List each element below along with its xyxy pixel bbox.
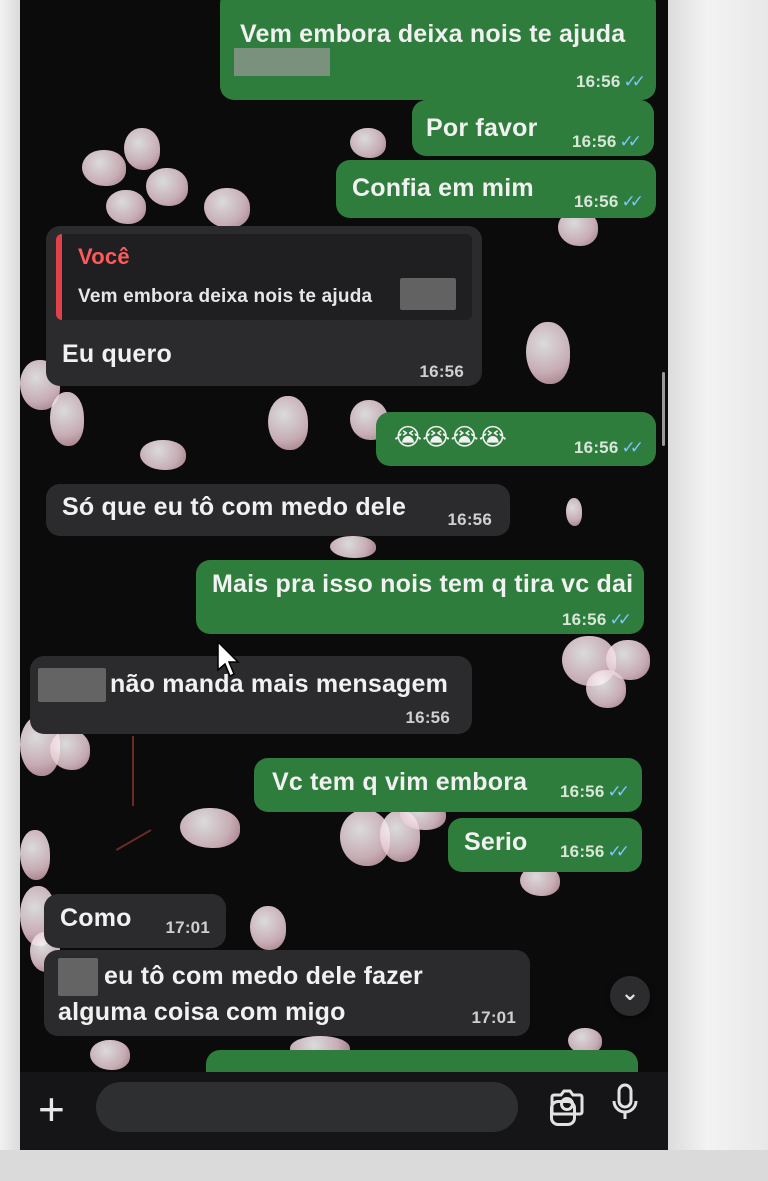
message-bubble-outgoing[interactable]: Vem embora deixa nois te ajuda 16:56 ✓✓ xyxy=(220,0,656,100)
message-meta: 17:01 xyxy=(166,918,210,938)
message-text: Eu quero xyxy=(62,340,172,368)
message-bubble-incoming[interactable]: Você Vem embora deixa nois te ajuda Eu q… xyxy=(46,226,482,386)
composer-bar: + xyxy=(20,1072,668,1152)
message-meta: 16:56 ✓✓ xyxy=(574,192,644,212)
chat-screen: Vem embora deixa nois te ajuda 16:56 ✓✓ P… xyxy=(20,0,668,1152)
message-meta: 16:56 xyxy=(406,708,450,728)
microphone-icon[interactable] xyxy=(610,1082,640,1122)
redacted-block xyxy=(400,278,456,310)
message-time: 16:56 xyxy=(572,132,617,151)
message-time: 16:56 xyxy=(574,192,619,211)
message-time: 16:56 xyxy=(447,510,492,529)
redacted-block xyxy=(58,958,98,996)
message-text-line-1: eu tô com medo dele fazer xyxy=(104,962,423,990)
message-bubble-incoming[interactable]: eu tô com medo dele fazer alguma coisa c… xyxy=(44,950,530,1036)
double-check-icon: ✓✓ xyxy=(607,782,630,801)
plus-icon[interactable]: + xyxy=(38,1086,65,1132)
message-text: Confia em mim xyxy=(352,174,534,202)
message-text: Por favor xyxy=(426,114,538,142)
mouse-cursor-icon xyxy=(217,640,240,678)
message-text: Só que eu tô com medo dele xyxy=(62,493,407,521)
message-text: Mais pra isso nois tem q tira vc dai xyxy=(212,570,634,598)
message-meta: 16:56 ✓✓ xyxy=(560,842,630,862)
camera-icon[interactable] xyxy=(550,1088,584,1116)
message-meta: 16:56 ✓✓ xyxy=(560,782,630,802)
message-bubble-outgoing[interactable]: Por favor 16:56 ✓✓ xyxy=(412,100,654,156)
message-time: 16:56 xyxy=(562,610,607,629)
message-meta: 17:01 xyxy=(472,1008,516,1028)
message-time: 16:56 xyxy=(560,782,605,801)
message-text: 😭😭😭😭 xyxy=(394,424,507,451)
message-time: 16:56 xyxy=(576,72,621,91)
double-check-icon: ✓✓ xyxy=(609,610,632,629)
message-time: 16:56 xyxy=(419,362,464,381)
quoted-message[interactable]: Você Vem embora deixa nois te ajuda xyxy=(56,234,472,320)
message-text: Vc tem q vim embora xyxy=(272,768,528,796)
message-text: Serio xyxy=(464,828,528,856)
message-text: não manda mais mensagem xyxy=(110,670,449,698)
message-time: 16:56 xyxy=(405,708,450,727)
scroll-to-bottom-button[interactable]: ⌄ xyxy=(610,976,650,1016)
message-time: 16:56 xyxy=(574,438,619,457)
message-bubble-incoming[interactable]: não manda mais mensagem 16:56 xyxy=(30,656,472,734)
monitor-bezel-right xyxy=(668,0,768,1181)
double-check-icon: ✓✓ xyxy=(621,438,644,457)
message-meta: 16:56 xyxy=(420,362,464,382)
monitor-bezel-left xyxy=(0,0,22,1181)
message-bubble-outgoing[interactable]: 😭😭😭😭 16:56 ✓✓ xyxy=(376,412,656,466)
message-time: 17:01 xyxy=(165,918,210,937)
message-bubble-outgoing[interactable]: Confia em mim 16:56 ✓✓ xyxy=(336,160,656,218)
message-bubble-outgoing[interactable]: Vc tem q vim embora 16:56 ✓✓ xyxy=(254,758,642,812)
message-meta: 16:56 ✓✓ xyxy=(574,438,644,458)
monitor-bezel-bottom xyxy=(0,1150,768,1181)
message-bubble-incoming[interactable]: Como 17:01 xyxy=(44,894,226,948)
message-time: 17:01 xyxy=(471,1008,516,1027)
message-meta: 16:56 ✓✓ xyxy=(562,610,632,630)
message-text-line-2: alguma coisa com migo xyxy=(58,998,346,1026)
message-bubble-incoming[interactable]: Só que eu tô com medo dele 16:56 xyxy=(46,484,510,536)
message-meta: 16:56 ✓✓ xyxy=(576,72,646,92)
message-text: Vem embora deixa nois te ajuda xyxy=(240,20,626,48)
quote-text: Vem embora deixa nois te ajuda xyxy=(78,286,373,307)
message-input[interactable] xyxy=(96,1082,576,1132)
double-check-icon: ✓✓ xyxy=(619,132,642,151)
chevron-down-icon: ⌄ xyxy=(620,980,640,1005)
redacted-block xyxy=(38,668,106,702)
message-time: 16:56 xyxy=(560,842,605,861)
double-check-icon: ✓✓ xyxy=(623,72,646,91)
quote-author: Você xyxy=(78,244,130,269)
double-check-icon: ✓✓ xyxy=(607,842,630,861)
scrollbar[interactable] xyxy=(662,372,665,446)
message-bubble-outgoing[interactable]: Mais pra isso nois tem q tira vc dai 16:… xyxy=(196,560,644,634)
redacted-block xyxy=(234,48,330,76)
message-bubble-outgoing[interactable]: Serio 16:56 ✓✓ xyxy=(448,818,642,872)
message-meta: 16:56 xyxy=(448,510,492,530)
message-text: Como xyxy=(60,904,132,932)
double-check-icon: ✓✓ xyxy=(621,192,644,211)
message-meta: 16:56 ✓✓ xyxy=(572,132,642,152)
